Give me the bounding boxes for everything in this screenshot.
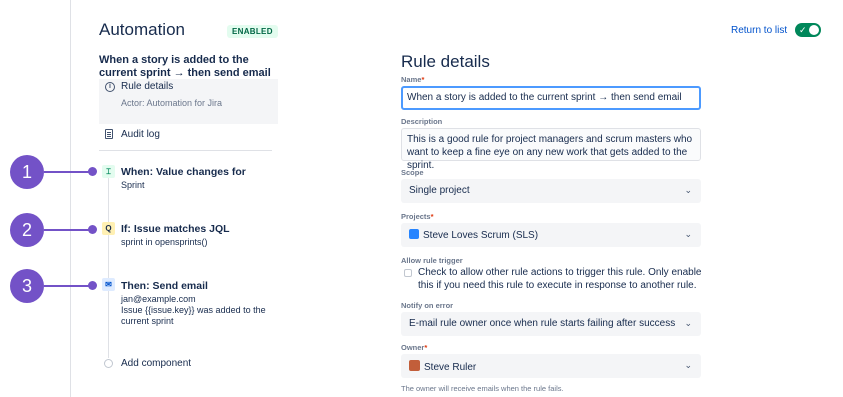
trigger-component-subtitle: Sprint (121, 180, 145, 190)
audit-log-nav-item[interactable]: Audit log (121, 129, 160, 140)
condition-component-title[interactable]: If: Issue matches JQL (121, 223, 230, 235)
sidebar-divider (99, 150, 272, 151)
scope-field-label: Scope (401, 168, 424, 177)
status-badge: ENABLED (227, 25, 278, 38)
scope-select[interactable]: Single project ⌄ (401, 179, 701, 203)
owner-select[interactable]: Steve Ruler ⌄ (401, 354, 701, 378)
callout-line-2 (44, 229, 90, 231)
callout-dot-1 (88, 167, 97, 176)
email-icon: ✉ (102, 278, 115, 291)
chevron-down-icon: ⌄ (684, 229, 692, 239)
rule-details-label[interactable]: Rule details (121, 81, 173, 92)
projects-field-label: Projects* (401, 212, 434, 221)
rule-name-input[interactable]: When a story is added to the current spr… (401, 86, 701, 110)
page-frame-border (70, 0, 71, 397)
allow-trigger-label: Allow rule trigger (401, 256, 463, 265)
section-title: Rule details (401, 52, 490, 71)
check-icon: ✓ (799, 25, 807, 35)
component-timeline (108, 178, 109, 358)
owner-value: Steve Ruler (424, 362, 477, 373)
toggle-knob (809, 25, 819, 35)
actor-text: Actor: Automation for Jira (121, 98, 223, 108)
rule-name-heading: When a story is added to the current spr… (99, 54, 271, 79)
avatar (409, 360, 420, 371)
return-to-list-link[interactable]: Return to list (731, 25, 787, 36)
chevron-down-icon: ⌄ (684, 185, 692, 195)
trigger-component-title[interactable]: When: Value changes for (121, 166, 246, 178)
allow-trigger-text: Check to allow other rule actions to tri… (418, 267, 702, 291)
projects-value: Steve Loves Scrum (SLS) (423, 230, 539, 241)
owner-help-text: The owner will receive emails when the r… (401, 384, 564, 393)
rule-enabled-toggle[interactable]: ✓ (795, 23, 821, 37)
trigger-icon: ⌶ (102, 165, 115, 178)
project-icon (409, 229, 419, 239)
action-component-title[interactable]: Then: Send email (121, 280, 208, 292)
callout-line-1 (44, 171, 90, 173)
allow-trigger-checkbox[interactable] (404, 269, 412, 277)
app-title: Automation (99, 20, 185, 39)
callout-marker-2: 2 (10, 213, 44, 247)
callout-line-3 (44, 285, 90, 287)
callout-dot-3 (88, 281, 97, 290)
description-field-label: Description (401, 117, 443, 126)
scope-value: Single project (409, 185, 470, 196)
notify-field-label: Notify on error (401, 301, 454, 310)
notify-select[interactable]: E-mail rule owner once when rule starts … (401, 312, 701, 336)
info-icon: i (105, 82, 115, 92)
search-icon: Q (102, 222, 115, 235)
action-component-recipient: jan@example.com (121, 294, 196, 304)
callout-dot-2 (88, 225, 97, 234)
chevron-down-icon: ⌄ (684, 318, 692, 328)
action-component-message: Issue {{issue.key}} was added to the cur… (121, 305, 266, 326)
owner-field-label: Owner* (401, 343, 428, 352)
projects-select[interactable]: Steve Loves Scrum (SLS) ⌄ (401, 223, 701, 247)
callout-marker-3: 3 (10, 269, 44, 303)
name-field-label: Name* (401, 75, 425, 84)
notify-value: E-mail rule owner once when rule starts … (409, 318, 676, 329)
callout-marker-1: 1 (10, 155, 44, 189)
audit-log-icon (105, 129, 113, 139)
add-component-dot (104, 359, 113, 368)
chevron-down-icon: ⌄ (684, 360, 692, 370)
description-textarea[interactable]: This is a good rule for project managers… (401, 128, 701, 171)
condition-component-subtitle: sprint in opensprints() (121, 237, 208, 247)
add-component-button[interactable]: Add component (121, 358, 191, 369)
